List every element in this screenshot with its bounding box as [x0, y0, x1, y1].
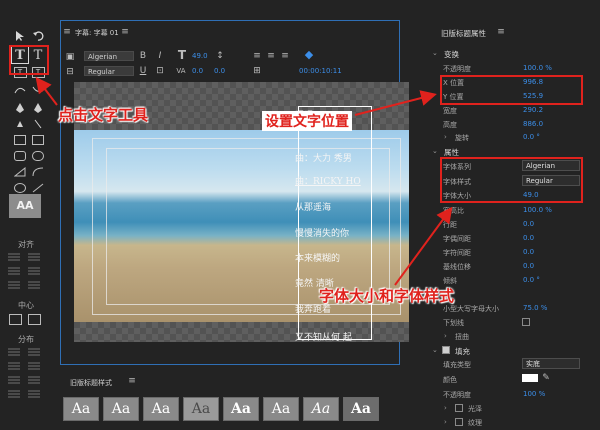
arrow-to-position — [354, 90, 437, 116]
set-text-position-callout: 设置文字位置 — [262, 111, 352, 131]
click-text-tool-callout: 点击文字工具 — [58, 106, 149, 124]
annotation-arrows — [35, 76, 453, 286]
font-size-style-callout: 字体大小和字体样式 — [319, 287, 455, 305]
arrow-to-type-tool — [35, 76, 58, 106]
arrow-to-font-settings — [394, 206, 453, 286]
